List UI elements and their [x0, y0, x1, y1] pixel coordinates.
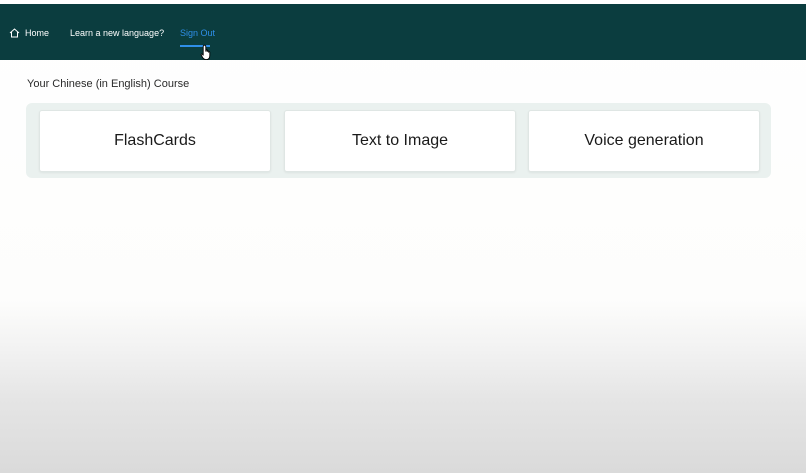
course-title: Your Chinese (in English) Course	[27, 78, 190, 90]
home-icon	[9, 28, 20, 38]
hand-pointer-icon	[200, 44, 211, 61]
text-to-image-card-label: Text to Image	[351, 132, 449, 149]
top-navbar: Home Learn a new language? Sign Out	[0, 4, 806, 61]
text-to-image-card[interactable]: Text to Image	[284, 110, 516, 172]
flashcards-card-label: FlashCards	[114, 132, 196, 149]
course-tools-panel: FlashCards Text to Image Voice generatio…	[26, 103, 771, 178]
voice-generation-card-label: Voice generation	[584, 132, 704, 149]
nav-home-label: Home	[25, 28, 50, 38]
voice-generation-card[interactable]: Voice generation	[528, 110, 760, 172]
nav-sign-out-link[interactable]: Sign Out	[180, 26, 215, 40]
flashcards-card[interactable]: FlashCards	[39, 110, 271, 172]
nav-learn-language-link[interactable]: Learn a new language?	[70, 26, 164, 40]
